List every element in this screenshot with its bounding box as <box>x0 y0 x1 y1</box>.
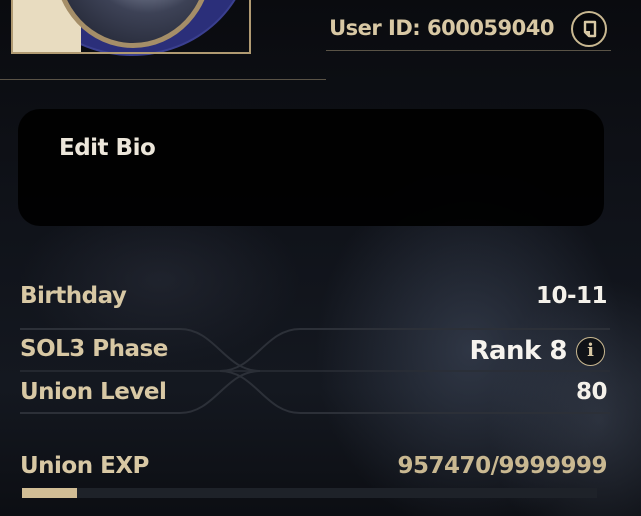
union-exp-progress-fill <box>22 488 78 498</box>
union-exp-label: Union EXP <box>20 453 149 479</box>
edit-bio-label: Edit Bio <box>59 135 156 161</box>
sol3-phase-value: Rank 8 <box>469 336 567 366</box>
birthday-row: Birthday 10-11 <box>20 283 609 323</box>
birthday-label: Birthday <box>20 283 127 309</box>
union-exp-value: 957470/9999999 <box>397 453 608 479</box>
info-icon[interactable]: i <box>576 337 605 366</box>
user-id-row: User ID: 600059040 <box>326 10 611 51</box>
sol3-phase-row: SOL3 Phase Rank 8 i <box>20 336 609 376</box>
union-exp-row: Union EXP 957470/9999999 <box>20 453 609 493</box>
sol3-phase-label: SOL3 Phase <box>20 336 168 362</box>
copy-icon <box>583 20 597 38</box>
user-id-text: User ID: 600059040 <box>329 16 554 40</box>
birthday-value: 10-11 <box>535 283 608 309</box>
profile-panel: User ID: 600059040 Edit Bio Birthday 10-… <box>0 0 641 516</box>
bio-box[interactable]: Edit Bio <box>18 109 604 226</box>
copy-user-id-button[interactable] <box>571 11 607 47</box>
union-level-value: 80 <box>575 379 608 405</box>
union-level-row: Union Level 80 <box>20 379 609 419</box>
union-exp-progress-bar <box>22 488 597 498</box>
union-level-label: Union Level <box>20 379 167 405</box>
divider <box>0 79 326 80</box>
